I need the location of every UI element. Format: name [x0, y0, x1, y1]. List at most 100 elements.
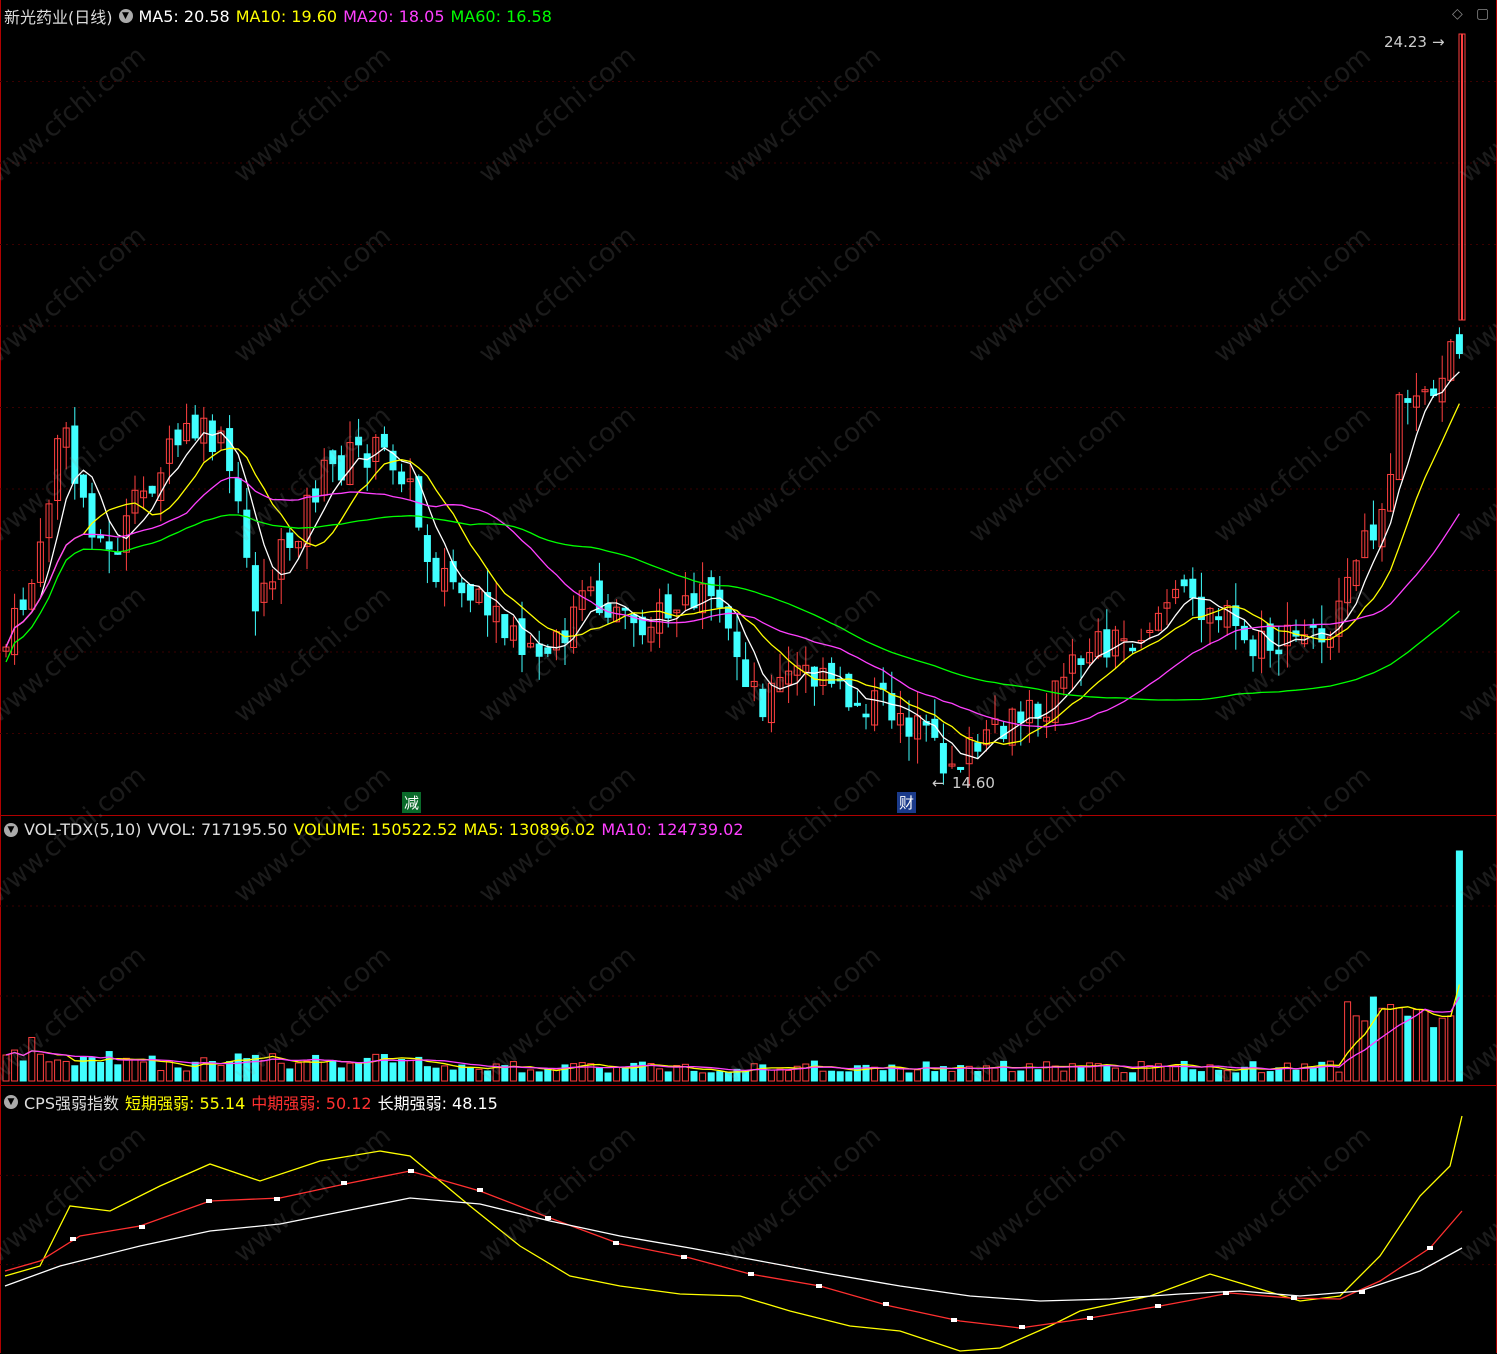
- volume-bar: [71, 1065, 79, 1082]
- diamond-icon[interactable]: ◇: [1452, 6, 1463, 22]
- candle-body: [1180, 579, 1188, 587]
- candle-body: [88, 493, 96, 538]
- event-tag-jian[interactable]: 减: [402, 792, 422, 813]
- candle-body: [724, 606, 732, 629]
- volume-bar: [785, 1069, 793, 1082]
- cps-marker: [1223, 1291, 1229, 1295]
- candle-body: [174, 429, 182, 446]
- ma10-value: MA10: 19.60: [235, 6, 338, 26]
- volume-bar: [621, 1067, 629, 1082]
- ma20-line: [5, 476, 1460, 728]
- candle-body: [853, 702, 861, 706]
- volume-bar: [234, 1053, 242, 1082]
- volume-bar: [269, 1053, 277, 1082]
- dropdown-icon[interactable]: ▼: [4, 822, 18, 837]
- candle-body: [974, 742, 982, 752]
- volume-bar: [191, 1061, 199, 1082]
- volume-bar: [991, 1067, 999, 1082]
- volume-bar: [19, 1060, 27, 1082]
- volume-bar: [140, 1061, 148, 1082]
- volume-bar: [1344, 1001, 1352, 1082]
- volume-bar: [1249, 1061, 1257, 1082]
- volume-bar: [1043, 1061, 1051, 1082]
- price-panel[interactable]: 新光药业(日线) ▼ MA5: 20.58 MA10: 19.60 MA20: …: [0, 0, 1497, 815]
- volume-bar: [845, 1071, 853, 1082]
- volume-bar: [2, 1054, 10, 1082]
- volume-bar: [724, 1072, 732, 1082]
- volume-bar: [974, 1071, 982, 1082]
- volume-bar: [1309, 1066, 1317, 1082]
- candle-body: [355, 436, 363, 446]
- cps-marker: [1359, 1290, 1365, 1294]
- volume-bar: [62, 1060, 70, 1082]
- candle-body: [1129, 647, 1137, 652]
- volume-bar: [1111, 1067, 1119, 1082]
- candle-body: [19, 599, 27, 610]
- candle-body: [535, 643, 543, 657]
- volume-bar: [398, 1059, 406, 1082]
- volume-bar: [1017, 1070, 1025, 1082]
- cps-marker: [408, 1169, 414, 1173]
- cps-short-value: 短期强弱: 55.14: [124, 1094, 246, 1113]
- volume-bar: [535, 1071, 543, 1082]
- volume-bar: [1025, 1063, 1033, 1082]
- volume-bar: [750, 1063, 758, 1082]
- cps-marker: [613, 1241, 619, 1245]
- high-arrow-icon: →: [1432, 33, 1445, 51]
- volume-bar: [114, 1064, 122, 1082]
- candle-body: [1189, 578, 1197, 599]
- volume-bar: [759, 1064, 767, 1082]
- price-chart[interactable]: [0, 0, 1497, 815]
- ma60-value: MA60: 16.58: [450, 6, 552, 26]
- volume-bar: [449, 1069, 457, 1082]
- volume-bar: [742, 1070, 750, 1082]
- volume-bar: [802, 1063, 810, 1082]
- volume-bar: [1395, 1007, 1403, 1082]
- candle-body: [888, 693, 896, 721]
- event-tag-cai[interactable]: 财: [897, 792, 917, 813]
- volume-bar: [948, 1070, 956, 1082]
- cps-marker: [748, 1272, 754, 1276]
- volume-bar: [183, 1070, 191, 1082]
- candle-body: [148, 485, 156, 494]
- cps-long-line: [4, 1197, 1463, 1302]
- candle-body: [105, 541, 113, 550]
- cps-marker: [681, 1255, 687, 1259]
- volume-bar: [570, 1063, 578, 1082]
- cps-chart[interactable]: [0, 1086, 1497, 1354]
- candle-body: [79, 474, 87, 498]
- volume-panel[interactable]: ▼ VOL-TDX(5,10) VVOL: 717195.50 VOLUME: …: [0, 815, 1497, 1085]
- volume-bar: [707, 1072, 715, 1082]
- stock-title: 新光药业(日线): [4, 8, 113, 27]
- candle-body: [1249, 639, 1257, 657]
- volume-chart[interactable]: [0, 816, 1497, 1086]
- candle-body: [1369, 524, 1377, 541]
- volume-bar: [355, 1062, 363, 1082]
- volume-bar: [1197, 1071, 1205, 1082]
- cps-mid-line: [4, 1170, 1463, 1329]
- volume-bar: [105, 1051, 113, 1082]
- vol-indicator-name: VOL-TDX(5,10): [24, 820, 142, 839]
- cps-panel[interactable]: ▼ CPS强弱指数 短期强弱: 55.14 中期强弱: 50.12 长期强弱: …: [0, 1085, 1497, 1353]
- volume-bar: [690, 1070, 698, 1082]
- volume-bar: [346, 1062, 354, 1082]
- dropdown-icon[interactable]: ▼: [4, 1095, 18, 1109]
- volume-bar: [1438, 1017, 1446, 1082]
- candle-body: [1455, 334, 1463, 355]
- candle-body: [501, 614, 509, 639]
- cps-marker: [816, 1284, 822, 1288]
- volume-bar: [1189, 1069, 1197, 1082]
- volume-bar: [1051, 1065, 1059, 1082]
- volume-bar: [1412, 1009, 1420, 1082]
- dropdown-icon[interactable]: ▼: [118, 9, 133, 23]
- candle-body: [1266, 623, 1274, 651]
- window-icon[interactable]: ▢: [1476, 6, 1489, 22]
- cps-marker: [1019, 1325, 1025, 1329]
- cps-marker: [139, 1225, 145, 1229]
- volume-bar: [1387, 1004, 1395, 1082]
- candle-body: [1275, 649, 1283, 655]
- volume-bar: [441, 1065, 449, 1082]
- volume-bar: [277, 1062, 285, 1082]
- high-price-marker: 24.23: [1384, 33, 1427, 51]
- cps-marker: [545, 1216, 551, 1220]
